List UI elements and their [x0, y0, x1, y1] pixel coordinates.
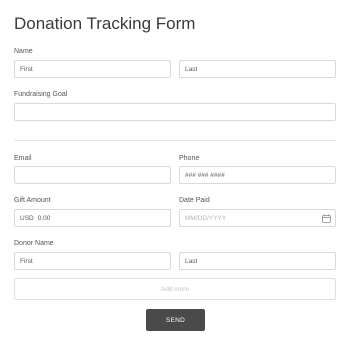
phone-label: Phone: [179, 155, 200, 162]
donor-name-label: Donor Name: [14, 240, 54, 247]
phone-placeholder: ### ### ####: [185, 171, 225, 179]
currency-prefix: USD: [20, 214, 34, 222]
gift-amount-label: Gift Amount: [14, 197, 51, 204]
first-name-placeholder: First: [20, 65, 33, 73]
calendar-icon[interactable]: [322, 214, 331, 223]
date-paid-label: Date Paid: [179, 197, 210, 204]
date-paid-input[interactable]: MM/DD/YYYY: [179, 209, 336, 227]
gift-amount-value: 0.00: [37, 214, 51, 222]
phone-input[interactable]: ### ### ####: [179, 166, 336, 184]
name-label: Name: [14, 48, 33, 55]
add-more-button[interactable]: Add more: [14, 278, 336, 300]
form-title: Donation Tracking Form: [14, 14, 196, 33]
first-name-input[interactable]: First: [14, 60, 171, 78]
date-paid-placeholder: MM/DD/YYYY: [185, 214, 227, 222]
last-name-placeholder: Last: [185, 65, 198, 73]
add-more-label: Add more: [160, 285, 190, 293]
gift-amount-input[interactable]: USD 0.00: [14, 209, 171, 227]
send-button[interactable]: SEND: [146, 309, 205, 331]
email-label: Email: [14, 155, 32, 162]
donor-last-name-placeholder: Last: [185, 257, 198, 265]
fundraising-goal-label: Fundraising Goal: [14, 91, 68, 98]
fundraising-goal-input[interactable]: [14, 103, 336, 121]
section-divider: [14, 140, 336, 141]
donor-last-name-input[interactable]: Last: [179, 252, 336, 270]
donor-first-name-input[interactable]: First: [14, 252, 171, 270]
donor-first-name-placeholder: First: [20, 257, 33, 265]
last-name-input[interactable]: Last: [179, 60, 336, 78]
email-input[interactable]: [14, 166, 171, 184]
send-label: SEND: [165, 316, 186, 324]
